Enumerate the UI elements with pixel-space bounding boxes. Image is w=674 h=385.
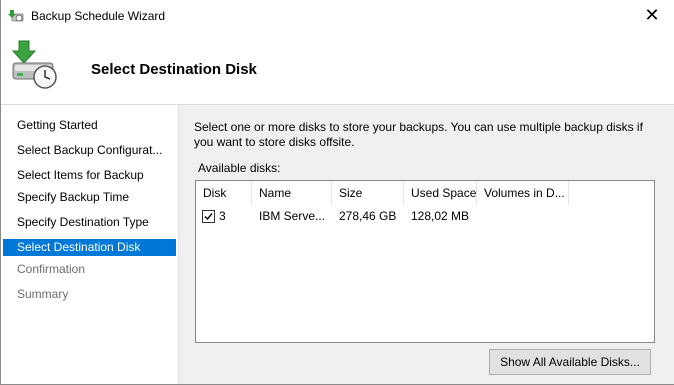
intro-text: Select one or more disks to store your b… [194, 120, 643, 149]
step-select-destination-disk[interactable]: Select Destination Disk [3, 239, 176, 256]
page-title: Select Destination Disk [91, 61, 257, 78]
wizard-header: Select Destination Disk [1, 31, 674, 105]
cell-size: 278,46 GB [339, 209, 397, 223]
step-select-backup-configuration[interactable]: Select Backup Configurat... [3, 142, 176, 159]
step-summary: Summary [17, 287, 69, 301]
step-specify-destination-type[interactable]: Specify Destination Type [3, 214, 176, 231]
step-specify-backup-time[interactable]: Specify Backup Time [3, 189, 176, 206]
available-disks-label: Available disks: [198, 161, 281, 175]
cell-used-space: 128,02 MB [411, 209, 470, 223]
cell-name: IBM Serve... [259, 209, 326, 223]
column-header-size[interactable]: Size [332, 181, 404, 205]
disks-list-header: Disk Name Size Used Space Volumes in D..… [196, 181, 654, 205]
wizard-steps-sidebar: Getting Started Select Backup Configurat… [1, 105, 179, 384]
disks-list[interactable]: Disk Name Size Used Space Volumes in D..… [195, 180, 655, 343]
disk-row[interactable]: 3 IBM Serve... 278,46 GB 128,02 MB [196, 207, 654, 225]
backup-app-icon [8, 10, 24, 22]
step-select-items-for-backup[interactable]: Select Items for Backup [3, 167, 176, 184]
column-header-volumes[interactable]: Volumes in D... [477, 181, 569, 205]
show-all-disks-button[interactable]: Show All Available Disks... [489, 349, 651, 375]
step-getting-started[interactable]: Getting Started [3, 117, 176, 134]
cell-disk: 3 [219, 209, 226, 223]
title-bar: Backup Schedule Wizard ✕ [1, 0, 674, 31]
column-header-used-space[interactable]: Used Space [404, 181, 477, 205]
wizard-window: Backup Schedule Wizard ✕ Select Destinat… [0, 0, 674, 385]
cell-volumes [477, 207, 569, 225]
column-header-disk[interactable]: Disk [196, 181, 252, 205]
backup-disk-clock-icon [11, 40, 57, 89]
step-confirmation: Confirmation [17, 262, 86, 276]
window-title: Backup Schedule Wizard [31, 9, 166, 23]
column-header-name[interactable]: Name [252, 181, 332, 205]
main-content: Select one or more disks to store your b… [179, 105, 674, 384]
close-icon[interactable]: ✕ [630, 0, 674, 31]
